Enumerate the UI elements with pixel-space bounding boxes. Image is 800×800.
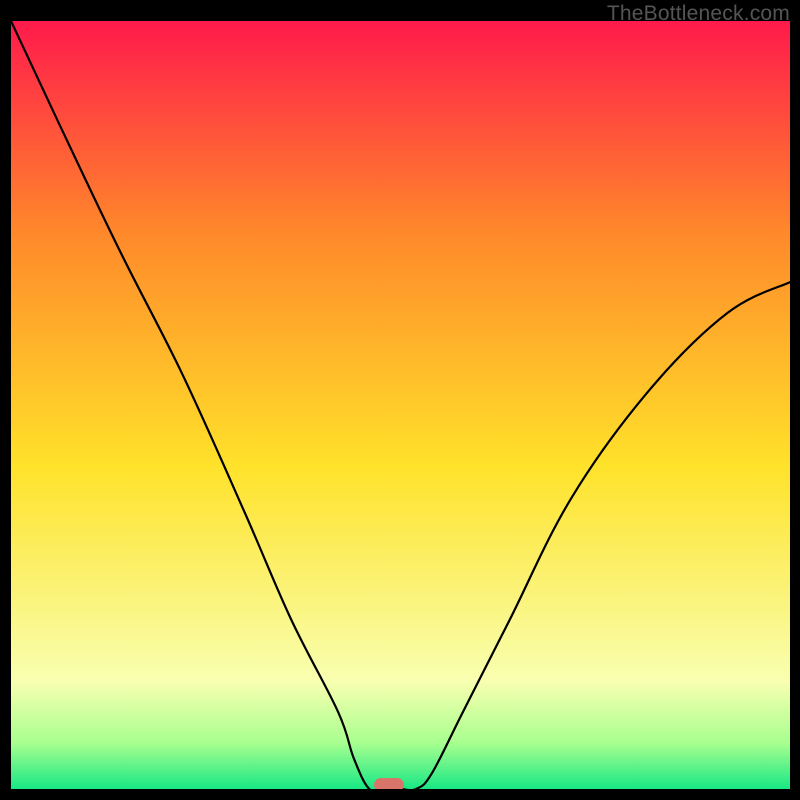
- bottleneck-curve-path: [11, 21, 790, 789]
- chart-stage: TheBottleneck.com: [0, 0, 800, 800]
- optimal-marker: [374, 778, 404, 789]
- plot-area: [11, 21, 790, 789]
- curve-layer: [11, 21, 790, 789]
